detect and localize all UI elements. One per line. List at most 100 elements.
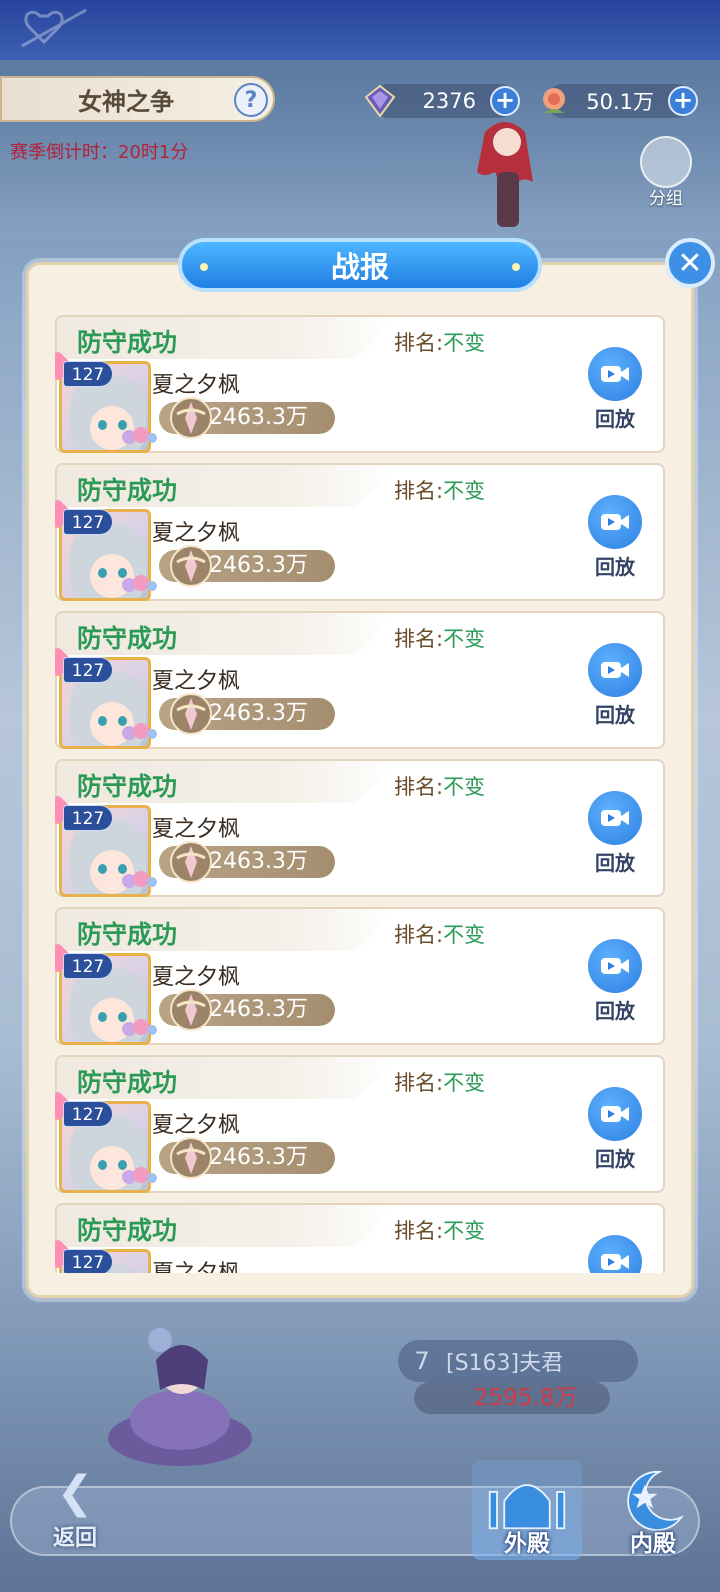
- rank-change: 排名:不变: [394, 327, 485, 357]
- avatar-eye: [98, 568, 107, 578]
- replay-button[interactable]: 回放: [585, 1235, 645, 1273]
- rank-value: 不变: [443, 1071, 486, 1095]
- replay-label: 回放: [595, 999, 635, 1023]
- battle-result: 防守成功: [77, 328, 178, 357]
- rank-prefix: 排名:: [394, 1219, 444, 1243]
- battle-report-list[interactable]: 防守成功 排名:不变 127 夏之夕枫 2463.3万 回放 防守成功 排名:不…: [55, 315, 665, 1273]
- power-crest-icon: [170, 989, 212, 1031]
- opponent-power: 2595.8万: [414, 1382, 610, 1414]
- battle-report-list-inner: 防守成功 排名:不变 127 夏之夕枫 2463.3万 回放 防守成功 排名:不…: [55, 315, 665, 1273]
- video-camera-icon: [588, 791, 642, 845]
- battle-report-card: 防守成功 排名:不变 127 夏之夕枫 2463.3万 回放: [55, 759, 665, 897]
- outer-hall-label: 外殿: [504, 1531, 550, 1557]
- player-level: 127: [63, 953, 113, 979]
- replay-button[interactable]: 回放: [585, 495, 645, 579]
- rank-prefix: 排名:: [394, 627, 444, 651]
- player-level: 127: [63, 657, 113, 683]
- player-level: 127: [63, 805, 113, 831]
- rank-change: 排名:不变: [394, 771, 485, 801]
- battle-report-card: 防守成功 排名:不变 127 夏之夕枫 2463.3万 回放: [55, 611, 665, 749]
- season-countdown: 赛季倒计时：20时1分: [10, 142, 189, 163]
- player-name: 夏之夕枫: [152, 1113, 241, 1138]
- power-crest-icon: [170, 397, 212, 439]
- battle-result: 防守成功: [77, 476, 178, 505]
- player-name: 夏之夕枫: [152, 521, 241, 546]
- player-name: 夏之夕枫: [152, 1255, 240, 1273]
- power-crest-icon: [170, 545, 212, 587]
- replay-button[interactable]: 回放: [585, 791, 645, 875]
- rank-change: 排名:不变: [394, 623, 485, 653]
- back-button[interactable]: ❮ 返回: [40, 1466, 110, 1556]
- rank-value: 不变: [443, 627, 486, 651]
- rank-value: 不变: [443, 775, 486, 799]
- top-strip: [0, 0, 720, 60]
- battle-report-card: 防守成功 排名:不变 127 夏之夕枫 2463.3万 回放: [55, 1055, 665, 1193]
- outer-hall-button[interactable]: 外殿: [472, 1460, 582, 1560]
- replay-label: 回放: [595, 407, 635, 431]
- flower-icon: [122, 427, 157, 444]
- player-character-sprite: [477, 122, 533, 227]
- battle-result: 防守成功: [77, 1216, 178, 1245]
- modal-title: 战报: [178, 238, 542, 292]
- avatar-eye: [98, 1012, 107, 1022]
- power-crest-icon: [170, 841, 212, 883]
- flower-icon: [122, 1019, 157, 1036]
- rank-value: 不变: [443, 331, 486, 355]
- video-camera-icon: [588, 939, 642, 993]
- player-name: 夏之夕枫: [152, 373, 241, 398]
- opponent-entry[interactable]: 7 [S163]夫君: [398, 1340, 638, 1382]
- rank-change: 排名:不变: [394, 475, 485, 505]
- currency-flower: 50.1万 +: [543, 84, 698, 118]
- group-button[interactable]: 分组: [636, 136, 696, 209]
- rank-prefix: 排名:: [394, 1071, 444, 1095]
- replay-button[interactable]: 回放: [585, 939, 645, 1023]
- help-icon[interactable]: ?: [234, 83, 268, 117]
- close-button[interactable]: ✕: [665, 238, 715, 288]
- inner-hall-button[interactable]: 内殿: [598, 1460, 708, 1560]
- group-icon: [640, 136, 692, 188]
- replay-button[interactable]: 回放: [585, 1087, 645, 1171]
- opponent-name: [S163]夫君: [446, 1351, 564, 1376]
- battle-report-card: 防守成功 排名:不变 127 夏之夕枫 2463.3万 回放: [55, 907, 665, 1045]
- player-level: 127: [63, 1249, 113, 1273]
- rank-change: 排名:不变: [394, 1215, 485, 1245]
- flower-icon: [122, 575, 157, 592]
- add-flower-button[interactable]: +: [668, 86, 698, 116]
- group-label: 分组: [649, 189, 683, 209]
- back-arrow-icon: ❮: [56, 1467, 94, 1518]
- player-name: 夏之夕枫: [152, 669, 241, 694]
- player-name: 夏之夕枫: [152, 965, 241, 990]
- battle-result: 防守成功: [77, 920, 178, 949]
- page-title: 女神之争: [78, 87, 174, 116]
- bottom-nav-bar: [10, 1486, 700, 1556]
- flower-icon: [122, 871, 157, 888]
- battle-result: 防守成功: [77, 624, 178, 653]
- rank-prefix: 排名:: [394, 331, 444, 355]
- avatar-eye: [98, 1160, 107, 1170]
- video-camera-icon: [588, 495, 642, 549]
- video-camera-icon: [588, 643, 642, 697]
- gem-icon: [364, 84, 396, 118]
- replay-label: 回放: [595, 851, 635, 875]
- rank-prefix: 排名:: [394, 923, 444, 947]
- avatar-eye: [98, 716, 107, 726]
- inner-hall-label: 内殿: [630, 1531, 676, 1557]
- flower-icon: [122, 1167, 157, 1184]
- opponent-rank: 7: [414, 1347, 430, 1375]
- rank-prefix: 排名:: [394, 775, 444, 799]
- video-camera-icon: [588, 1087, 642, 1141]
- flower-icon: [122, 723, 157, 740]
- replay-button[interactable]: 回放: [585, 643, 645, 727]
- replay-button[interactable]: 回放: [585, 347, 645, 431]
- battle-report-card: 防守成功 排名:不变 127 夏之夕枫 2463.3万 回放: [55, 315, 665, 453]
- replay-label: 回放: [595, 703, 635, 727]
- battle-result: 防守成功: [77, 772, 178, 801]
- rank-value: 不变: [443, 479, 486, 503]
- replay-label: 回放: [595, 1147, 635, 1171]
- avatar-eye: [98, 864, 107, 874]
- video-camera-icon: [588, 1235, 642, 1273]
- battle-report-card: 防守成功 排名:不变 127 夏之夕枫 2463.3万 回放: [55, 1203, 665, 1273]
- rank-value: 不变: [443, 1219, 486, 1243]
- rank-change: 排名:不变: [394, 919, 485, 949]
- battle-report-card: 防守成功 排名:不变 127 夏之夕枫 2463.3万 回放: [55, 463, 665, 601]
